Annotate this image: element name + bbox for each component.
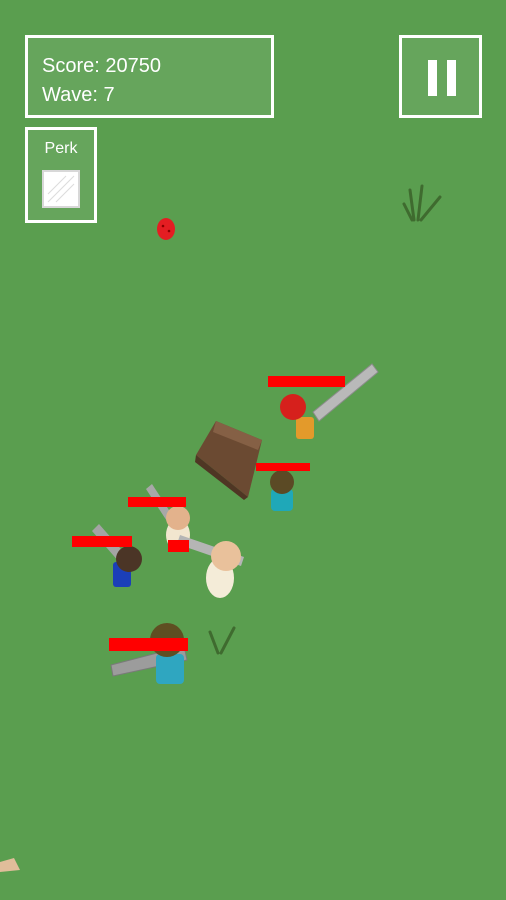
- grass-tuft: [208, 626, 236, 655]
- perk-button[interactable]: Perk: [25, 127, 97, 223]
- wooden-crate[interactable]: [195, 421, 262, 500]
- health-bar: [256, 463, 310, 471]
- offscreen-arm: [0, 858, 20, 872]
- enemy-batter[interactable]: [168, 535, 244, 598]
- score-panel: Score: 20750 Wave: 7: [25, 35, 274, 118]
- pause-button[interactable]: [399, 35, 482, 118]
- perk-label: Perk: [44, 140, 78, 157]
- health-bar: [128, 497, 186, 507]
- enemy-blue[interactable]: [72, 524, 142, 587]
- enemy-clubber[interactable]: [109, 623, 188, 684]
- grass-tuft: [402, 184, 442, 222]
- score-label: Score:: [42, 55, 100, 77]
- wave-readout: Wave: 7: [42, 81, 271, 110]
- wave-value: 7: [103, 84, 115, 106]
- strawberry-pickup[interactable]: [157, 218, 175, 240]
- health-bar: [109, 638, 188, 651]
- perk-slot-icon: [42, 170, 80, 208]
- health-bar: [168, 540, 189, 552]
- score-value: 20750: [105, 55, 161, 77]
- wave-label: Wave:: [42, 84, 98, 106]
- enemy-walker[interactable]: [256, 463, 310, 511]
- score-readout: Score: 20750: [42, 52, 271, 81]
- health-bar: [268, 376, 345, 387]
- enemy-swordsman[interactable]: [268, 363, 379, 439]
- health-bar: [72, 536, 132, 547]
